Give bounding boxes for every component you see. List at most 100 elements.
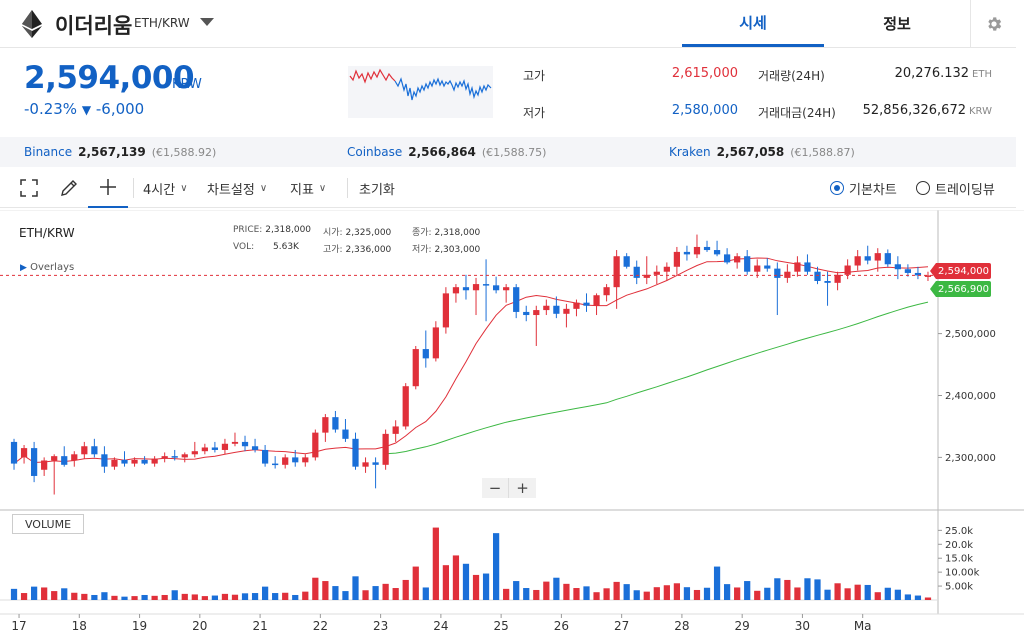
- x-tick-label: 18: [72, 619, 87, 633]
- candle-body: [91, 446, 98, 455]
- chart-settings-button[interactable]: 차트설정 ∨: [207, 168, 267, 208]
- candle-body: [191, 451, 198, 455]
- view-basic-label: 기본차트: [849, 182, 897, 198]
- amount-24h-number: 52,856,326,672: [862, 103, 966, 118]
- volume-bar: [392, 588, 399, 600]
- tab-price[interactable]: 시세: [682, 0, 824, 47]
- volume-bar: [452, 555, 460, 600]
- volume-bar: [523, 588, 530, 600]
- x-tick-label: Ma: [854, 619, 872, 633]
- candle-body: [10, 441, 18, 464]
- view-basic-radio[interactable]: 기본차트: [830, 168, 897, 208]
- volume-bar: [432, 527, 439, 600]
- candle-body: [764, 265, 771, 269]
- volume-bar: [703, 587, 711, 600]
- overlays-toggle[interactable]: ▶ Overlays: [20, 262, 74, 273]
- candle-body: [824, 280, 831, 283]
- volume-bar: [382, 583, 389, 600]
- zoom-out-button[interactable]: −: [482, 478, 509, 498]
- candle-body: [563, 308, 570, 314]
- overlays-label: Overlays: [30, 262, 75, 273]
- candle-body: [392, 426, 399, 434]
- volume-bar: [462, 563, 470, 600]
- coin-pair: ETH/KRW: [134, 16, 190, 30]
- ohlc-vol-label: VOL:: [233, 242, 255, 252]
- chevron-down-icon: ∨: [318, 182, 327, 194]
- chevron-down-icon[interactable]: [200, 18, 214, 26]
- volume-bar: [302, 591, 309, 600]
- foreign-exchange-bar: Binance 2,567,139 (€1,588.92) Coinbase 2,56…: [0, 137, 1016, 167]
- price-chart[interactable]: 2,300,000 2,400,000 2,500,000 25.0k 20.0k 15.…: [0, 210, 1024, 639]
- price-unit: KRW: [172, 77, 202, 92]
- change-rate: -0.23%: [24, 100, 78, 118]
- ohlc-price-value: 2,318,000: [265, 225, 312, 235]
- exchange-binance[interactable]: Binance 2,567,139 (€1,588.92): [24, 145, 216, 159]
- indicators-button[interactable]: 지표 ∨: [290, 168, 326, 208]
- settings-button[interactable]: [970, 0, 1016, 47]
- volume-bar: [924, 597, 932, 600]
- crosshair-icon: [100, 179, 116, 195]
- candle-body: [794, 262, 801, 272]
- candle-body: [462, 287, 470, 291]
- volume-bar: [322, 581, 329, 600]
- candle-body: [151, 458, 158, 464]
- volume-24h-unit: ETH: [972, 69, 992, 80]
- candle-body: [683, 251, 691, 255]
- candle-body: [412, 349, 419, 387]
- exchange-name: Coinbase: [347, 145, 403, 159]
- volume-bar: [754, 590, 761, 600]
- volume-bar: [442, 565, 450, 600]
- candle-body: [774, 268, 781, 278]
- volume-bar: [20, 593, 28, 600]
- candle-body: [302, 457, 309, 463]
- volume-bar: [282, 592, 289, 600]
- volume-bar: [30, 586, 38, 600]
- candle-body: [402, 386, 409, 427]
- amount-24h-value: 52,856,326,672 KRW: [830, 103, 992, 118]
- interval-select[interactable]: 4시간 ∨: [143, 168, 188, 208]
- crosshair-button[interactable]: [88, 168, 128, 208]
- candle-body: [844, 265, 851, 275]
- exchange-name: Kraken: [669, 145, 711, 159]
- zoom-controls: − +: [482, 478, 536, 498]
- ohlc-close-value: 2,318,000: [434, 228, 481, 238]
- volume-bar: [101, 592, 108, 600]
- volume-bar: [472, 574, 480, 600]
- zoom-in-button[interactable]: +: [509, 478, 536, 498]
- volume-bar: [312, 577, 319, 600]
- tab-info[interactable]: 정보: [826, 0, 968, 47]
- volume-bar: [332, 586, 339, 600]
- candle-body: [141, 459, 148, 464]
- x-tick-label: 26: [554, 619, 569, 633]
- candle-body: [61, 456, 68, 465]
- draw-button[interactable]: [59, 168, 79, 208]
- x-tick-label: 27: [614, 619, 629, 633]
- volume-bar: [613, 581, 620, 600]
- candle-body: [513, 287, 520, 312]
- ohlc-vol: VOL: 5.63K: [233, 242, 299, 252]
- volume-bar: [693, 589, 701, 600]
- volume-tick-label: 20.0k: [945, 540, 973, 551]
- x-tick-label: 20: [192, 619, 207, 633]
- chart-canvas[interactable]: 2,300,000 2,400,000 2,500,000 25.0k 20.0k 15.…: [0, 210, 1024, 639]
- candle-body: [81, 446, 88, 455]
- candle-body: [241, 441, 249, 447]
- ohlc-open-value: 2,325,000: [345, 228, 392, 238]
- view-tradingview-radio[interactable]: 트레이딩뷰: [916, 168, 995, 208]
- fullscreen-button[interactable]: [20, 168, 38, 208]
- volume-bar: [543, 581, 550, 600]
- ma-long-line: [385, 301, 929, 455]
- x-tick-label: 23: [373, 619, 388, 633]
- reset-button[interactable]: 초기화: [359, 168, 395, 208]
- exchange-coinbase[interactable]: Coinbase 2,566,864 (€1,588.75): [347, 145, 546, 159]
- current-price: 2,594,000: [24, 60, 195, 96]
- ohlc-close-label: 종가:: [412, 228, 432, 238]
- x-tick-label: 19: [132, 619, 147, 633]
- volume-bar: [201, 596, 208, 600]
- exchange-kraken[interactable]: Kraken 2,567,058 (€1,588.87): [669, 145, 855, 159]
- candle-body: [251, 446, 259, 450]
- high-value: 2,615,000: [671, 66, 738, 81]
- volume-bar: [141, 594, 148, 600]
- volume-bar: [603, 588, 610, 600]
- x-tick-label: 17: [11, 619, 26, 633]
